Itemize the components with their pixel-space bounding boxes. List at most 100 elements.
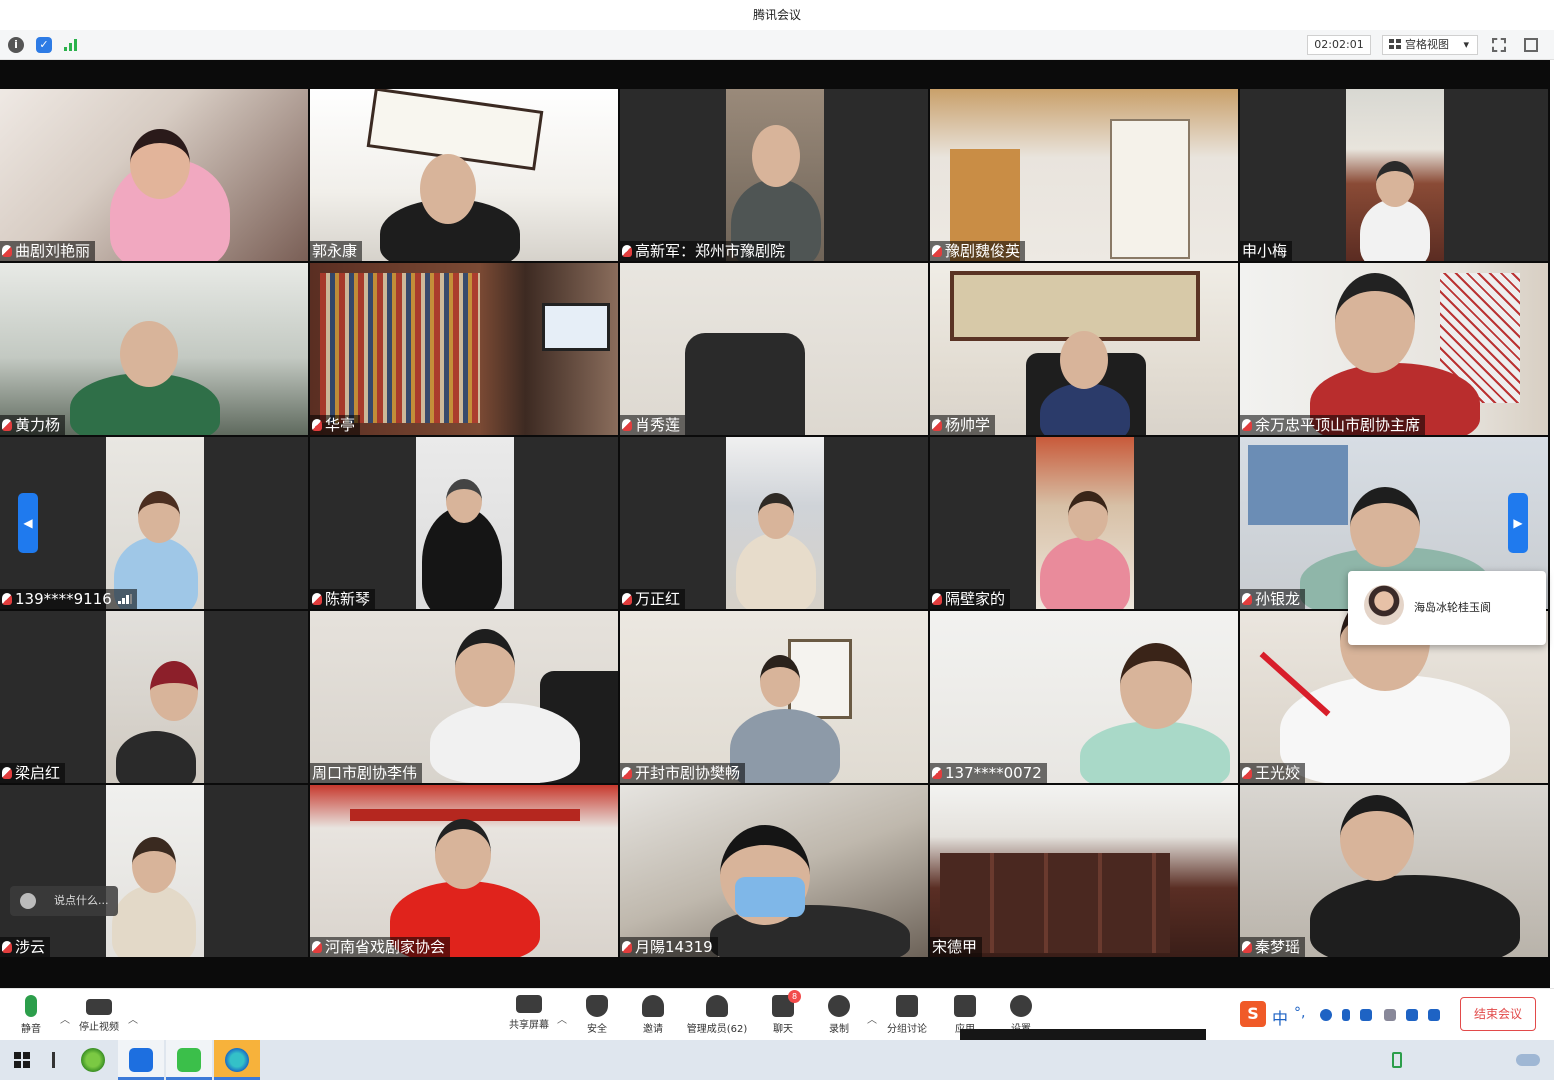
video-tile[interactable]: 曲剧刘艳丽 <box>0 89 308 261</box>
participant-name: 开封市剧协樊畅 <box>620 763 746 783</box>
microphone-icon[interactable] <box>1342 1009 1350 1021</box>
browser-icon <box>81 1048 105 1072</box>
video-tile[interactable]: 黄力杨 <box>0 263 308 435</box>
video-tile[interactable]: 万正红 <box>620 437 928 609</box>
meeting-info-bar: i ✓ 02:02:01 宫格视图 ▾ <box>0 30 1554 60</box>
mute-button[interactable]: 静音 <box>18 995 44 1035</box>
view-switch-button[interactable]: 宫格视图 ▾ <box>1382 35 1478 55</box>
info-icon[interactable]: i <box>8 37 24 53</box>
video-tile[interactable]: 秦梦瑶 <box>1240 785 1548 957</box>
video-tile[interactable]: 高新军：郑州市豫剧院 <box>620 89 928 261</box>
video-tile[interactable]: 余万忠平顶山市剧协主席 <box>1240 263 1548 435</box>
participant-name: 孙银龙 <box>1240 589 1306 609</box>
video-tile[interactable]: 隔壁家的 <box>930 437 1238 609</box>
video-tile[interactable]: 137****0072 <box>930 611 1238 783</box>
chevron-up-icon[interactable]: ︿ <box>128 1011 138 1026</box>
participant-name: 华亭 <box>310 415 361 435</box>
mic-icon <box>1242 767 1252 779</box>
video-tile[interactable]: 华亭 <box>310 263 618 435</box>
video-tile[interactable]: 涉云 <box>0 785 308 957</box>
video-tile[interactable]: 肖秀莲 <box>620 263 928 435</box>
chevron-down-icon: ▾ <box>1463 38 1469 51</box>
mic-icon <box>1242 419 1252 431</box>
taskbar-app-ie[interactable] <box>70 1040 116 1080</box>
tencent-meeting-icon <box>129 1048 153 1072</box>
taskbar-app-wechat[interactable] <box>166 1040 212 1080</box>
security-button[interactable]: 安全 <box>584 995 610 1035</box>
participant-name: 郭永康 <box>310 241 363 261</box>
participant-name: 周口市剧协李伟 <box>310 763 423 783</box>
ime-mode[interactable]: 中 <box>1272 1005 1288 1029</box>
grid-view-icon <box>1389 39 1401 49</box>
edge-icon <box>225 1048 249 1072</box>
record-button[interactable]: 录制 <box>826 995 852 1035</box>
ime-toolbar[interactable]: S 中 °, <box>1240 1001 1450 1029</box>
speaker-card[interactable]: 海岛冰轮桂玉阆 <box>1348 571 1546 645</box>
chevron-up-icon[interactable]: ︿ <box>60 1011 70 1026</box>
video-tile[interactable]: 陈新琴 <box>310 437 618 609</box>
stop-video-button[interactable]: 停止视频 <box>76 995 122 1033</box>
mic-icon <box>312 419 322 431</box>
meeting-timer: 02:02:01 <box>1307 35 1371 55</box>
participant-name: 申小梅 <box>1240 241 1293 261</box>
mic-icon <box>932 767 942 779</box>
task-view-icon[interactable] <box>52 1052 55 1068</box>
shirt-icon[interactable] <box>1406 1009 1418 1021</box>
video-tile[interactable]: 豫剧魏俊英 <box>930 89 1238 261</box>
mic-icon <box>2 245 12 257</box>
video-stage: 曲剧刘艳丽 郭永康 高新军：郑州市豫剧院 豫剧魏俊英 申小梅 黄力杨 华亭 肖秀… <box>0 60 1550 988</box>
mic-icon <box>312 941 322 953</box>
breakout-rooms-button[interactable]: 分组讨论 <box>884 995 930 1035</box>
video-tile[interactable]: 周口市剧协李伟 <box>310 611 618 783</box>
chat-button[interactable]: 8 聊天 <box>770 990 801 1035</box>
view-label: 宫格视图 <box>1405 38 1449 51</box>
video-tile[interactable]: 梁启红 <box>0 611 308 783</box>
shield-icon[interactable]: ✓ <box>36 37 52 53</box>
video-tile[interactable]: 开封市剧协樊畅 <box>620 611 928 783</box>
taskbar-app-edge[interactable] <box>214 1040 260 1080</box>
signal-icon[interactable] <box>64 39 78 51</box>
mic-icon <box>622 767 632 779</box>
participant-name: 肖秀莲 <box>620 415 686 435</box>
video-tile[interactable]: 杨帅学 <box>930 263 1238 435</box>
manage-members-button[interactable]: 管理成员(62) <box>684 995 750 1035</box>
video-tile[interactable]: 宋德甲 <box>930 785 1238 957</box>
gear-icon <box>1010 995 1032 1017</box>
participant-name: 月陽14319 <box>620 937 718 957</box>
speaker-name: 海岛冰轮桂玉阆 <box>1414 601 1491 614</box>
cloud-icon[interactable] <box>1516 1054 1540 1066</box>
page-prev-button[interactable]: ◀ <box>18 493 38 553</box>
add-user-icon <box>642 995 664 1017</box>
participant-name: 高新军：郑州市豫剧院 <box>620 241 791 261</box>
chevron-up-icon[interactable]: ︿ <box>867 1011 877 1026</box>
sidebar-toggle-icon[interactable] <box>1524 38 1538 52</box>
ime-punct[interactable]: °, <box>1294 1005 1305 1021</box>
page-next-button[interactable]: ▶ <box>1508 493 1528 553</box>
video-tile[interactable]: 河南省戏剧家协会 <box>310 785 618 957</box>
user-icon[interactable] <box>1384 1009 1396 1021</box>
mic-icon <box>1242 593 1252 605</box>
invite-button[interactable]: 邀请 <box>640 995 666 1035</box>
participant-name: 梁启红 <box>0 763 66 783</box>
video-tile[interactable]: 郭永康 <box>310 89 618 261</box>
battery-icon[interactable] <box>1392 1052 1402 1068</box>
apps-icon <box>954 995 976 1017</box>
keyboard-icon[interactable] <box>1360 1009 1372 1021</box>
end-meeting-button[interactable]: 结束会议 <box>1460 997 1536 1031</box>
participant-name: 137****0072 <box>930 763 1047 783</box>
windows-start-icon[interactable] <box>14 1052 30 1068</box>
video-tile[interactable]: 申小梅 <box>1240 89 1548 261</box>
video-tile[interactable]: 139****9116 <box>0 437 308 609</box>
emoji-icon[interactable] <box>1320 1009 1332 1021</box>
mic-icon <box>2 941 12 953</box>
video-tile[interactable]: 月陽14319 <box>620 785 928 957</box>
chat-input-bubble[interactable]: 说点什么... <box>10 886 118 916</box>
chevron-up-icon[interactable]: ︿ <box>557 1011 567 1026</box>
mic-icon <box>932 593 942 605</box>
emoji-icon[interactable] <box>20 893 36 909</box>
menu-grid-icon[interactable] <box>1428 1009 1440 1021</box>
participant-name: 隔壁家的 <box>930 589 1011 609</box>
share-screen-button[interactable]: 共享屏幕 <box>506 995 552 1031</box>
taskbar-app-tencent-meeting[interactable] <box>118 1040 164 1080</box>
fullscreen-icon[interactable] <box>1492 38 1506 52</box>
